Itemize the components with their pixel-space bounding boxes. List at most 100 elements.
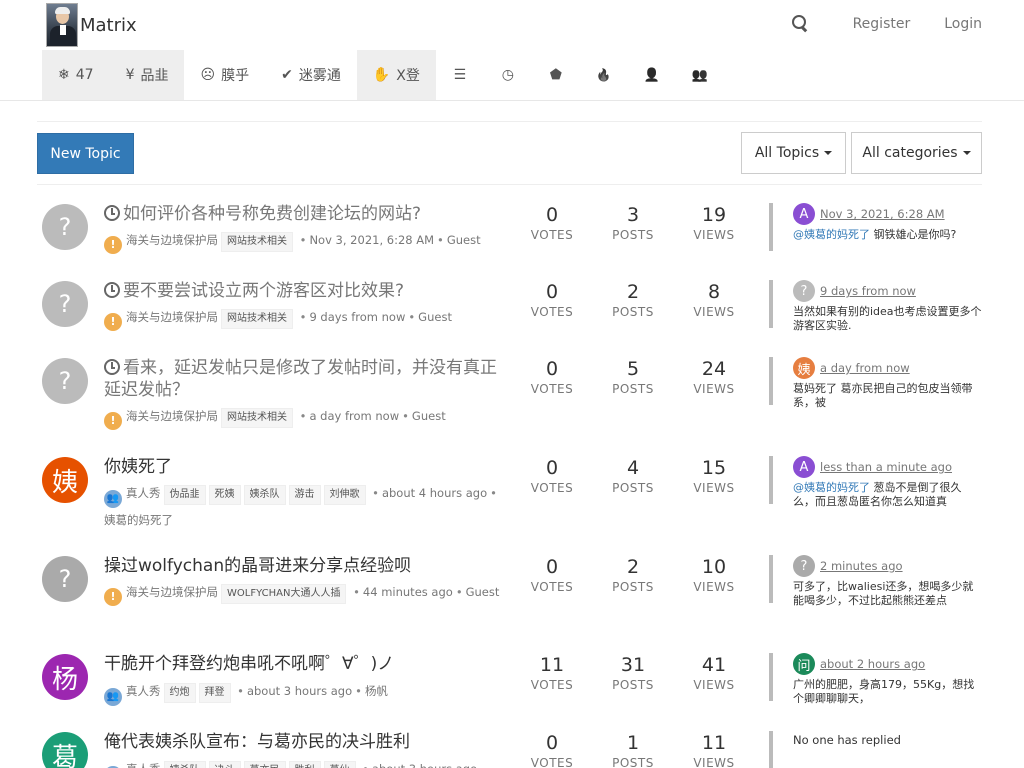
tag-badge[interactable]: 拜登 (198, 683, 231, 703)
teaser-time-link[interactable]: 9 days from now (820, 284, 916, 298)
tags-icon: ⬟ (549, 67, 562, 83)
tag-badge[interactable]: 游击 (288, 485, 321, 505)
snowflake-icon: ❄ (58, 67, 70, 83)
new-topic-button[interactable]: New Topic (37, 133, 134, 174)
last-post-teaser[interactable]: ? 2 minutes ago 可多了，比waliesi还多，想喝多少就能喝多少，不… (769, 555, 982, 607)
tag-badge[interactable]: 姨杀队 (163, 761, 206, 768)
nav-item-miwutong[interactable]: ✔ 迷雾通 (265, 50, 357, 100)
teaser-avatar[interactable]: ? (793, 555, 815, 577)
teaser-avatar[interactable]: A (793, 456, 815, 478)
topic-title-link[interactable]: 要不要尝试设立两个游客区对比效果? (104, 280, 504, 302)
topic-row: ? 看来，延迟发帖只是修改了发帖时间，并没有真正延迟发帖？! 海关与边境保护局 网站技… (42, 355, 982, 430)
teaser-time-link[interactable]: about 2 hours ago (820, 657, 925, 671)
nav-item-users[interactable]: 👤 (628, 50, 676, 100)
category-link[interactable]: 真人秀 (126, 486, 161, 500)
last-post-teaser[interactable]: 问 about 2 hours ago 广州的肥肥，身高179，55Kg，想找个卿卿… (769, 653, 982, 705)
category-filter-dropdown[interactable]: All categories (851, 132, 982, 174)
tag-badge[interactable]: 胜利 (288, 761, 321, 768)
topic-author[interactable]: 杨帆 (365, 684, 388, 698)
tag-badge[interactable]: WOLFYCHAN大通人人插 (221, 584, 347, 604)
login-link[interactable]: Login (944, 16, 982, 32)
category-link[interactable]: 真人秀 (126, 684, 161, 698)
topic-timestamp[interactable]: about 4 hours ago (382, 486, 487, 500)
user-avatar[interactable]: ? (42, 204, 88, 250)
topic-timestamp[interactable]: Nov 3, 2021, 6:28 AM (309, 233, 434, 247)
user-avatar[interactable]: 姨 (42, 457, 88, 503)
teaser-time-link[interactable]: Nov 3, 2021, 6:28 AM (820, 207, 945, 221)
nav-item-popular[interactable]: 🔥 (580, 50, 628, 100)
topic-title-link[interactable]: 操过wolfychan的晶哥进来分享点经验呗 (104, 555, 504, 577)
tag-badge[interactable]: 网站技术相关 (221, 408, 293, 428)
tag-badge[interactable]: 网站技术相关 (221, 309, 293, 329)
votes-label: VOTES (530, 580, 574, 594)
tag-badge[interactable]: 伪品韭 (163, 485, 206, 505)
tag-badge[interactable]: 葛亦民 (243, 761, 286, 768)
topic-author[interactable]: Guest (418, 310, 452, 324)
votes-stat: 11 VOTES (517, 653, 587, 692)
tag-badge[interactable]: 刘伸歌 (323, 485, 366, 505)
tag-badge[interactable]: 葛仙 (323, 761, 356, 768)
user-avatar[interactable]: ? (42, 358, 88, 404)
user-mention-link[interactable]: @姨葛的妈死了 (793, 481, 870, 494)
teaser-time-link[interactable]: less than a minute ago (820, 460, 952, 474)
topic-title-link[interactable]: 俺代表姨杀队宣布：与葛亦民的决斗胜利 (104, 731, 504, 753)
last-post-teaser[interactable]: No one has replied (769, 731, 982, 768)
nav-item-xdeng[interactable]: ✋ X登 (356, 50, 436, 100)
tag-badge[interactable]: 约炮 (163, 683, 196, 703)
last-post-teaser[interactable]: A Nov 3, 2021, 6:28 AM @姨葛的妈死了 钢铁雄心是你吗? (769, 203, 982, 251)
topic-timestamp[interactable]: about 3 hours ago (372, 762, 477, 768)
teaser-avatar[interactable]: ? (793, 280, 815, 302)
topic-title-link[interactable]: 看来，延迟发帖只是修改了发帖时间，并没有真正延迟发帖？ (104, 357, 504, 401)
nav-item-categories[interactable]: ☰ (436, 50, 484, 100)
topic-timestamp[interactable]: a day from now (309, 409, 399, 423)
separator: • (402, 409, 409, 423)
brand-link[interactable]: Matrix (46, 3, 137, 47)
tag-badge[interactable]: 决斗 (208, 761, 241, 768)
topic-title-link[interactable]: 如何评价各种号称免费创建论坛的网站? (104, 203, 504, 225)
tag-badge[interactable]: 姨杀队 (243, 485, 286, 505)
last-post-teaser[interactable]: Aless than a minute ago @姨葛的妈死了 葱岛不是倒了很久么… (769, 456, 982, 508)
topic-filter-dropdown[interactable]: All Topics (741, 132, 846, 174)
register-link[interactable]: Register (853, 16, 911, 32)
user-avatar[interactable]: ? (42, 556, 88, 602)
nav-item-pinjiu[interactable]: ¥ 品韭 (109, 50, 185, 100)
last-post-teaser[interactable]: 姨 a day from now 葛妈死了 葛亦民把自己的包皮当领带系，被 (769, 357, 982, 409)
nav-item-tags[interactable]: ⬟ (532, 50, 580, 100)
teaser-time-link[interactable]: 2 minutes ago (820, 559, 903, 573)
tag-badge[interactable]: 死姨 (208, 485, 241, 505)
nav-item-groups[interactable]: 👥 (676, 50, 724, 100)
topic-title-link[interactable]: 干脆开个拜登约炮串吼不吼啊゜∀゜)ノ (104, 653, 504, 675)
category-link[interactable]: 海关与边境保护局 (126, 585, 218, 599)
topic-author[interactable]: 姨葛的妈死了 (104, 513, 173, 527)
search-icon[interactable] (791, 14, 811, 34)
posts-stat: 2 POSTS (598, 280, 668, 319)
topic-author[interactable]: Guest (412, 409, 446, 423)
user-avatar[interactable]: 葛 (42, 732, 88, 768)
views-count: 15 (701, 457, 727, 479)
user-mention-link[interactable]: @姨葛的妈死了 (793, 228, 870, 241)
teaser-avatar[interactable]: A (793, 203, 815, 225)
user-avatar[interactable]: 杨 (42, 654, 88, 700)
topic-meta: 👥真人秀姨杀队决斗葛亦民胜利葛仙 •about 3 hours ago (104, 757, 504, 768)
nav-item-mohu[interactable]: ☹ 膜乎 (184, 50, 265, 100)
last-post-teaser[interactable]: ? 9 days from now 当然如果有别的idea也考虑设置更多个游客区实验… (769, 280, 982, 332)
category-link[interactable]: 海关与边境保护局 (126, 233, 218, 247)
teaser-avatar[interactable]: 姨 (793, 357, 815, 379)
topic-title-link[interactable]: 你姨死了 (104, 456, 504, 478)
tag-badge[interactable]: 网站技术相关 (221, 232, 293, 252)
user-avatar[interactable]: ? (42, 281, 88, 327)
topic-author[interactable]: Guest (447, 233, 481, 247)
topic-row: 葛俺代表姨杀队宣布：与葛亦民的决斗胜利 👥真人秀姨杀队决斗葛亦民胜利葛仙 •abo… (42, 729, 982, 768)
category-link[interactable]: 真人秀 (126, 762, 161, 768)
topic-timestamp[interactable]: 9 days from now (309, 310, 405, 324)
topic-timestamp[interactable]: 44 minutes ago (363, 585, 453, 599)
nav-item-47[interactable]: ❄ 47 (42, 50, 110, 100)
topic-timestamp[interactable]: about 3 hours ago (247, 684, 352, 698)
nav-item-recent[interactable]: ◷ (484, 50, 532, 100)
teaser-time-link[interactable]: a day from now (820, 361, 910, 375)
topic-author[interactable]: Guest (466, 585, 500, 599)
category-link[interactable]: 海关与边境保护局 (126, 409, 218, 423)
teaser-header: ? 9 days from now (793, 280, 982, 302)
teaser-avatar[interactable]: 问 (793, 653, 815, 675)
category-link[interactable]: 海关与边境保护局 (126, 310, 218, 324)
